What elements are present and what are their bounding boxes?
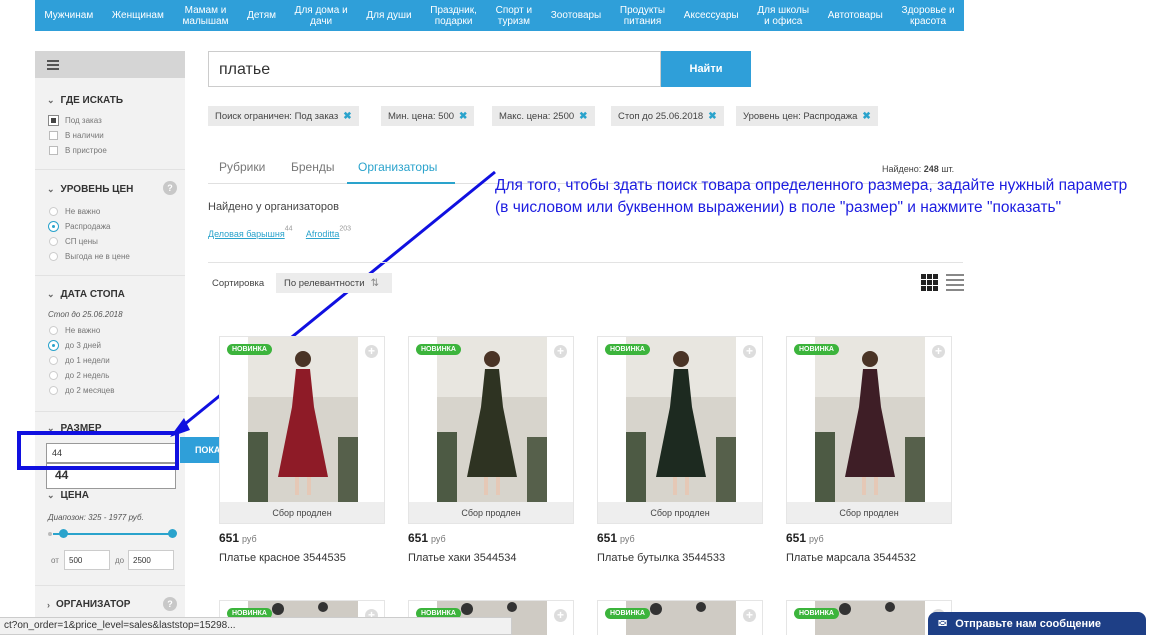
sort-order-icon: ⇅ (370, 277, 379, 289)
product-card[interactable]: НОВИНКА + Сбор продлен (597, 336, 763, 524)
new-badge: НОВИНКА (605, 344, 650, 355)
new-badge: НОВИНКА (227, 344, 272, 355)
add-icon[interactable]: + (554, 345, 567, 358)
envelope-icon: ✉ (938, 618, 948, 630)
price-value: 651 (219, 531, 240, 545)
list-view-icon[interactable] (946, 274, 964, 291)
product-price: 651 руб (786, 531, 824, 545)
price-currency: руб (431, 534, 446, 544)
price-value: 651 (408, 531, 429, 545)
product-name[interactable]: Платье хаки 3544534 (408, 552, 516, 564)
sort-label: Сортировка (212, 278, 265, 289)
price-currency: руб (620, 534, 635, 544)
price-currency: руб (242, 534, 257, 544)
product-card[interactable]: НОВИНКА + Сбор продлен (786, 336, 952, 524)
product-price: 651 руб (597, 531, 635, 545)
product-image[interactable] (626, 337, 736, 503)
product-card[interactable]: НОВИНКА + Сбор продлен (408, 336, 574, 524)
product-image[interactable] (437, 337, 547, 503)
add-icon[interactable]: + (932, 345, 945, 358)
price-value: 651 (597, 531, 618, 545)
product-card[interactable]: НОВИНКА + (597, 600, 763, 635)
product-status: Сбор продлен (220, 502, 384, 523)
product-image[interactable] (815, 337, 925, 503)
new-badge: НОВИНКА (794, 608, 839, 619)
new-badge: НОВИНКА (416, 344, 461, 355)
new-badge: НОВИНКА (794, 344, 839, 355)
grid-view-icon[interactable] (921, 274, 938, 291)
product-name[interactable]: Платье красное 3544535 (219, 552, 346, 564)
annotation-arrow (170, 170, 496, 437)
product-name[interactable]: Платье бутылка 3544533 (597, 552, 725, 564)
sort-select[interactable]: По релевантности ⇅ (276, 273, 392, 293)
price-value: 651 (786, 531, 807, 545)
product-image[interactable] (248, 337, 358, 503)
product-price: 651 руб (408, 531, 446, 545)
chat-label: Отправьте нам сообщение (955, 617, 1101, 630)
product-card[interactable]: НОВИНКА + Сбор продлен (219, 336, 385, 524)
add-icon[interactable]: + (365, 345, 378, 358)
product-status: Сбор продлен (598, 502, 762, 523)
product-name[interactable]: Платье марсала 3544532 (786, 552, 916, 564)
chat-widget[interactable]: ✉ Отправьте нам сообщение (928, 612, 1146, 635)
product-status: Сбор продлен (787, 502, 951, 523)
sort-value: По релевантности (284, 277, 365, 289)
add-icon[interactable]: + (743, 609, 756, 622)
browser-status-bar: ct?on_order=1&price_level=sales&laststop… (0, 617, 512, 635)
add-icon[interactable]: + (554, 609, 567, 622)
sort-divider (208, 262, 963, 263)
new-badge: НОВИНКА (605, 608, 650, 619)
product-price: 651 руб (219, 531, 257, 545)
product-status: Сбор продлен (409, 502, 573, 523)
add-icon[interactable]: + (743, 345, 756, 358)
price-currency: руб (809, 534, 824, 544)
